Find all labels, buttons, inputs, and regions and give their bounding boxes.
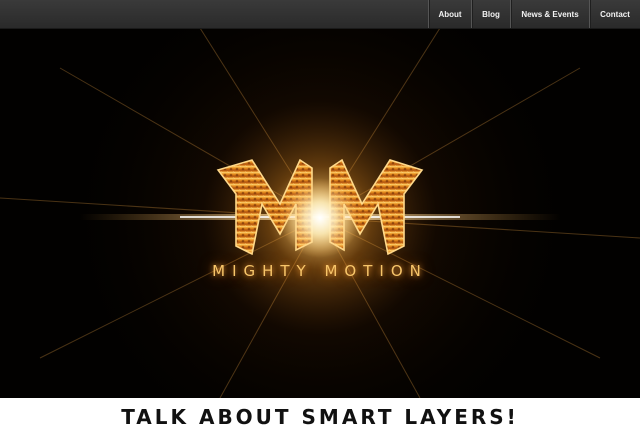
nav-link-news-events[interactable]: News & Events — [510, 0, 589, 28]
tagline-heading: TALK ABOUT SMART LAYERS! — [121, 405, 519, 429]
main-nav: About Blog News & Events Contact — [428, 0, 640, 28]
nav-link-blog[interactable]: Blog — [471, 0, 510, 28]
top-navigation-bar: About Blog News & Events Contact — [0, 0, 640, 29]
page: About Blog News & Events Contact MIGHTY … — [0, 0, 640, 440]
hero-artwork — [0, 28, 640, 398]
brand-name: MIGHTY MOTION — [212, 262, 428, 280]
nav-link-contact[interactable]: Contact — [589, 0, 640, 28]
nav-link-about[interactable]: About — [428, 0, 471, 28]
tagline-section: TALK ABOUT SMART LAYERS! — [0, 398, 640, 440]
hero-banner: MIGHTY MOTION — [0, 28, 640, 398]
